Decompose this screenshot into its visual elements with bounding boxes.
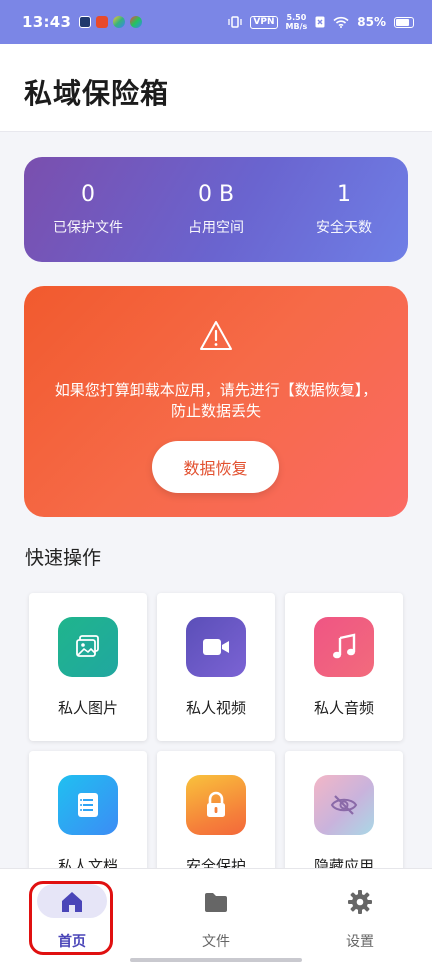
tile-label: 私人视频 bbox=[185, 699, 246, 717]
stat-protected-files: 0 已保护文件 bbox=[32, 182, 144, 237]
nav-label: 文件 bbox=[202, 934, 230, 950]
stat-value: 0 bbox=[81, 182, 95, 207]
warning-message: 如果您打算卸载本应用，请先进行【数据恢复】，防止数据丢失 bbox=[54, 381, 378, 420]
stats-card: 0 已保护文件 0 B 占用空间 1 安全天数 bbox=[24, 157, 408, 262]
stat-label: 安全天数 bbox=[316, 220, 372, 236]
tile-label: 私人音频 bbox=[313, 699, 374, 717]
quick-action-private-videos[interactable]: 私人视频 bbox=[157, 593, 275, 741]
status-time: 13:43 bbox=[22, 13, 72, 31]
stat-label: 占用空间 bbox=[188, 220, 244, 236]
stat-label: 已保护文件 bbox=[53, 220, 123, 236]
app-header: 私域保险箱 bbox=[0, 44, 432, 132]
nav-item-settings[interactable]: 设置 bbox=[288, 869, 432, 964]
stat-value: 1 bbox=[337, 182, 351, 207]
notification-icons bbox=[79, 16, 143, 28]
vpn-icon: VPN bbox=[250, 15, 278, 29]
app-notification-icon bbox=[96, 16, 109, 28]
document-icon bbox=[58, 775, 118, 835]
battery-percent: 85% bbox=[357, 15, 386, 29]
gear-icon bbox=[348, 890, 372, 914]
warning-triangle-icon bbox=[200, 321, 232, 350]
video-icon bbox=[186, 617, 246, 677]
lock-icon bbox=[186, 775, 246, 835]
data-recovery-button[interactable]: 数据恢复 bbox=[152, 441, 279, 493]
tile-label: 私人图片 bbox=[57, 699, 118, 717]
quick-action-private-audio[interactable]: 私人音频 bbox=[285, 593, 403, 741]
stat-used-space: 0 B 占用空间 bbox=[160, 182, 272, 237]
app-notification-icon bbox=[79, 16, 92, 28]
status-bar: 13:43 VPN 5.50 MB/s 85% bbox=[0, 0, 432, 44]
no-signal-icon bbox=[315, 16, 325, 28]
wifi-icon bbox=[333, 16, 349, 28]
speed-unit: MB/s bbox=[285, 22, 308, 31]
folder-icon bbox=[205, 893, 227, 912]
music-icon bbox=[314, 617, 374, 677]
eye-off-icon bbox=[314, 775, 374, 835]
page-title: 私域保险箱 bbox=[24, 77, 170, 110]
nav-item-files[interactable]: 文件 bbox=[144, 869, 288, 964]
quick-action-private-images[interactable]: 私人图片 bbox=[29, 593, 147, 741]
uninstall-warning-card: 如果您打算卸载本应用，请先进行【数据恢复】，防止数据丢失 数据恢复 bbox=[24, 286, 408, 517]
gesture-bar bbox=[130, 958, 302, 962]
image-icon bbox=[58, 617, 118, 677]
battery-icon bbox=[394, 16, 414, 28]
network-speed: 5.50 MB/s bbox=[286, 13, 308, 31]
stat-value: 0 B bbox=[197, 182, 235, 207]
vibrate-icon bbox=[228, 16, 243, 28]
quick-actions-title: 快速操作 bbox=[25, 547, 102, 569]
nav-label: 设置 bbox=[346, 934, 374, 950]
app-notification-icon bbox=[113, 16, 126, 28]
speed-value: 5.50 bbox=[286, 13, 307, 22]
stat-safe-days: 1 安全天数 bbox=[288, 182, 400, 237]
app-notification-icon bbox=[130, 16, 143, 28]
home-highlight-annotation bbox=[29, 881, 113, 955]
